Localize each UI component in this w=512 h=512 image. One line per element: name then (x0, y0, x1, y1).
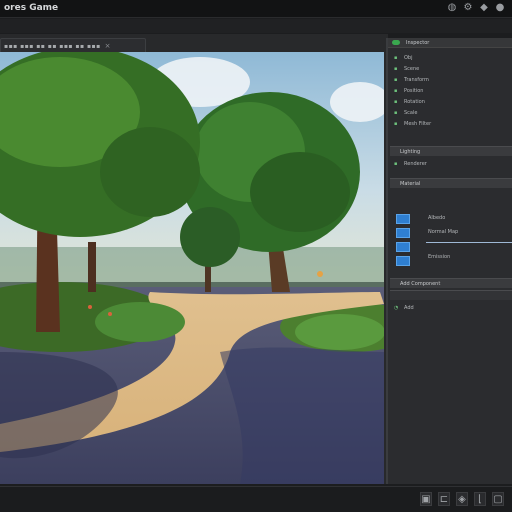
status-bar: ▣ ⊏ ◈ ⌊ ▢ (0, 486, 512, 512)
inspector-row[interactable]: ◔ Add (394, 304, 414, 312)
inspector-header: Inspector (388, 38, 512, 48)
component-icon: ▪ (394, 88, 398, 94)
texture-slot-icon[interactable] (396, 228, 410, 238)
material-row[interactable]: Albedo (428, 214, 445, 222)
main-toolbar (0, 19, 512, 33)
inspector-row-label: Rotation (404, 99, 425, 105)
inspector-row[interactable]: ▪ Scale (394, 109, 417, 117)
viewport-tab-dots: ▪▪▪ ▪▪▪ ▪▪ ▪▪ ▪▪▪ ▪▪ ▪▪▪ (4, 42, 101, 50)
inspector-row[interactable]: ▪ Scene (394, 65, 419, 73)
inspector-row-label: Position (404, 88, 424, 94)
material-row[interactable]: Emission (428, 253, 450, 261)
window-icon[interactable]: ▢ (492, 492, 504, 506)
section-title: Material (400, 181, 421, 187)
inspector-row-label: Scale (404, 110, 418, 116)
inspector-row-label: Obj (404, 55, 413, 61)
inspector-row[interactable]: ▪ Renderer (394, 160, 427, 168)
inspector-row[interactable]: ▪ Position (394, 87, 423, 95)
inspector-row-label: Renderer (404, 161, 427, 167)
material-row-label: Emission (428, 254, 451, 260)
texture-slot-icon[interactable] (396, 242, 410, 252)
component-icon: ▪ (394, 66, 398, 72)
title-bar: ores Game ◍ ⚙ ◆ ● (0, 0, 512, 18)
tab-inspector[interactable]: Inspector (406, 40, 429, 46)
component-icon: ▪ (394, 77, 398, 83)
inspector-row-label: Add (404, 305, 414, 311)
texture-slot-icon[interactable] (396, 214, 410, 224)
inspector-row[interactable]: ▪ Obj (394, 54, 413, 62)
app-title: ores Game (4, 3, 59, 13)
status-indicator-icon (392, 40, 400, 45)
inspector-row-label: Scene (404, 66, 420, 72)
scene-render (0, 52, 384, 484)
inspector-row-label: Transform (404, 77, 429, 83)
material-row-label: Normal Map (428, 229, 459, 235)
inspector-panel: Inspector ▪ Obj ▪ Scene ▪ Transform ▪ Po… (386, 38, 512, 484)
section-header[interactable]: Material (390, 178, 512, 188)
material-row-label: Albedo (428, 215, 446, 221)
component-icon: ▪ (394, 161, 398, 167)
section-title: Add Component (400, 281, 441, 287)
inspector-row[interactable]: ▪ Mesh Filter (394, 120, 431, 128)
inspector-row-label: Mesh Filter (404, 121, 432, 127)
title-icons: ◍ ⚙ ◆ ● (446, 2, 506, 14)
settings-icon[interactable]: ⚙ (462, 2, 474, 14)
component-icon: ▪ (394, 55, 398, 61)
component-icon: ▪ (394, 121, 398, 127)
layout-icon[interactable]: ▣ (420, 492, 432, 506)
component-icon: ▪ (394, 110, 398, 116)
status-icons: ▣ ⊏ ◈ ⌊ ▢ (420, 492, 504, 506)
inspector-row[interactable]: ▪ Transform (394, 76, 429, 84)
material-row[interactable]: Normal Map (428, 228, 458, 236)
shield-icon[interactable]: ◈ (456, 492, 468, 506)
inspector-row[interactable]: ▪ Rotation (394, 98, 425, 106)
section-header[interactable]: Lighting (390, 146, 512, 156)
divider (426, 242, 512, 243)
section-header[interactable]: Add Component (390, 278, 512, 288)
bracket-icon[interactable]: ⌊ (474, 492, 486, 506)
component-icon: ◔ (394, 305, 399, 311)
section-header[interactable] (390, 290, 512, 300)
close-icon[interactable]: × (105, 42, 111, 50)
globe-icon[interactable]: ◍ (446, 2, 458, 14)
user-icon[interactable]: ● (494, 2, 506, 14)
section-title: Lighting (400, 149, 421, 155)
texture-slot-icon[interactable] (396, 256, 410, 266)
component-icon: ▪ (394, 99, 398, 105)
scene-viewport[interactable] (0, 52, 384, 484)
align-icon[interactable]: ⊏ (438, 492, 450, 506)
lock-icon[interactable]: ◆ (478, 2, 490, 14)
